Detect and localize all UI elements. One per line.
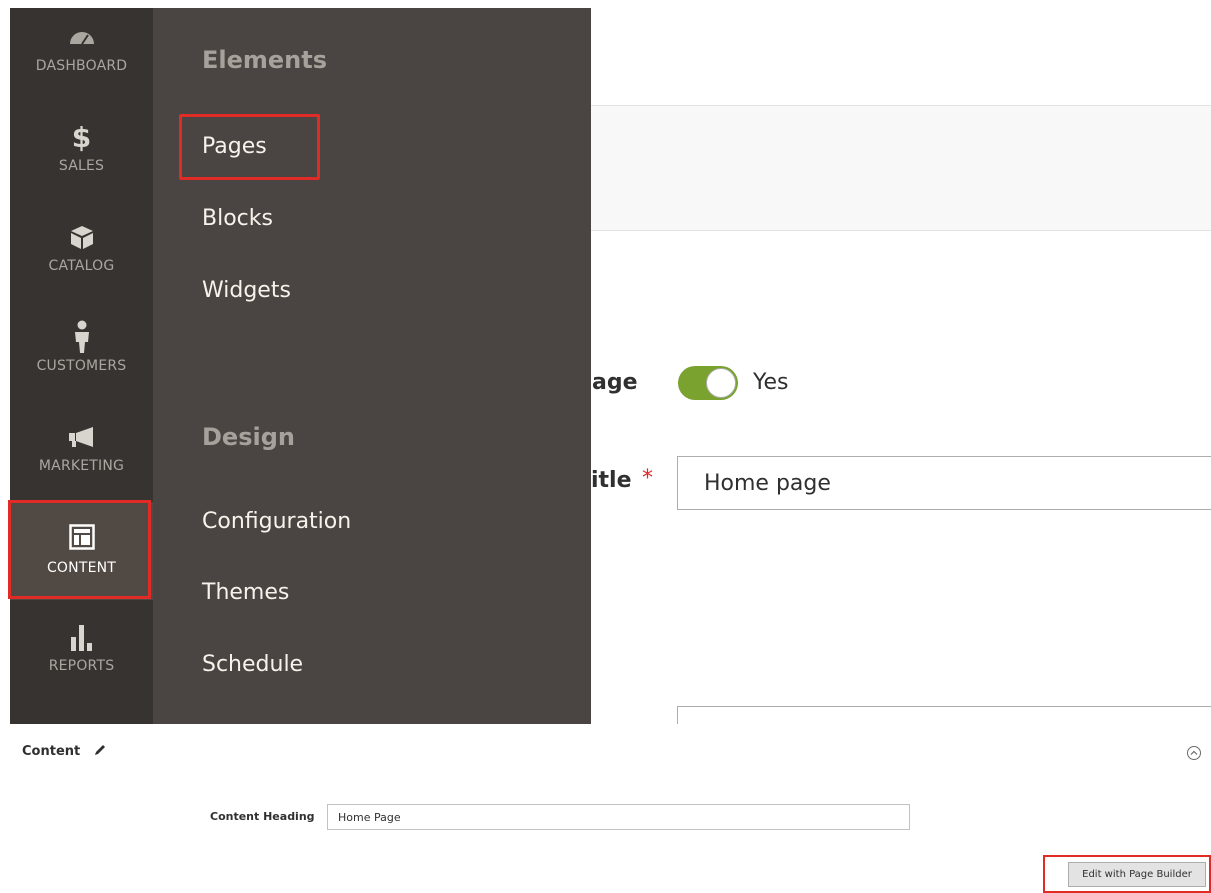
nav-label: REPORTS [48,658,115,674]
nav-item-reports[interactable]: REPORTS [10,608,153,706]
flyout-group-title-design: Design [202,423,295,451]
page-title-input[interactable] [677,456,1211,510]
content-highlight-box [8,500,151,599]
pages-highlight-box [179,114,320,180]
pencil-icon[interactable] [93,743,107,757]
enable-page-label: age [592,370,638,395]
nav-item-customers[interactable]: CUSTOMERS [10,308,153,406]
toggle-knob [706,368,736,398]
nav-label: MARKETING [38,458,125,474]
flyout-link-themes[interactable]: Themes [202,580,289,605]
flyout-group-title-elements: Elements [202,46,328,74]
page-actions-panel [591,105,1211,231]
nav-label: SALES [58,158,105,174]
nav-item-marketing[interactable]: MARKETING [10,408,153,506]
admin-screenshot: DASHBOARD $ SALES CATALOG CUSTOMERS MARK… [0,0,1211,724]
dashboard-gauge-icon [10,22,153,52]
nav-label: DASHBOARD [35,58,128,74]
dollar-icon: $ [71,120,92,154]
content-heading-label: Content Heading [210,810,315,823]
box-icon [10,222,153,252]
collapse-chevron-icon[interactable] [1186,745,1202,761]
megaphone-icon [10,422,153,452]
flyout-link-schedule[interactable]: Schedule [202,652,303,677]
flyout-link-blocks[interactable]: Blocks [202,206,273,231]
person-icon [10,320,153,353]
bar-chart-icon [10,622,153,652]
nav-item-catalog[interactable]: CATALOG [10,208,153,306]
enable-page-value: Yes [753,370,789,395]
required-star: * [642,466,653,491]
nav-label: CATALOG [48,258,115,274]
enable-page-toggle[interactable] [678,366,738,400]
nav-item-dashboard[interactable]: DASHBOARD [10,8,153,106]
nav-item-sales[interactable]: $ SALES [10,108,153,206]
flyout-link-widgets[interactable]: Widgets [202,278,291,303]
partial-field[interactable] [677,706,1211,724]
content-section-screenshot: Content Content Heading Edit with Page B… [0,724,1211,893]
content-heading-input[interactable] [327,804,910,830]
admin-sidebar: DASHBOARD $ SALES CATALOG CUSTOMERS MARK… [10,8,153,724]
edit-button-highlight-box [1043,855,1211,893]
content-section-title[interactable]: Content [22,744,80,759]
flyout-link-configuration[interactable]: Configuration [202,509,351,534]
page-title-label: itle [591,468,632,493]
nav-label: CUSTOMERS [36,358,127,374]
